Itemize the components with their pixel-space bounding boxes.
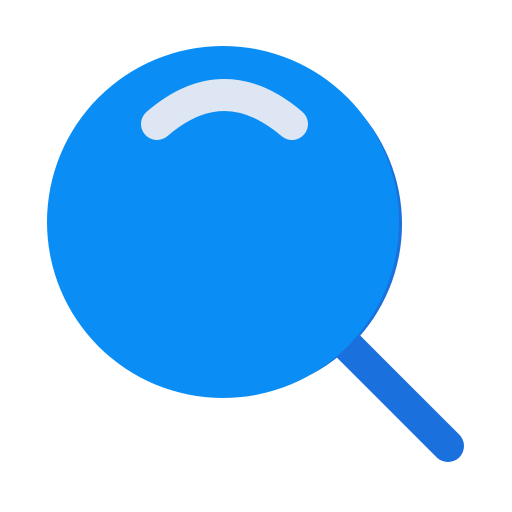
magnifying-glass-icon [47,46,464,462]
handle [329,327,464,462]
icon-canvas [0,0,512,512]
